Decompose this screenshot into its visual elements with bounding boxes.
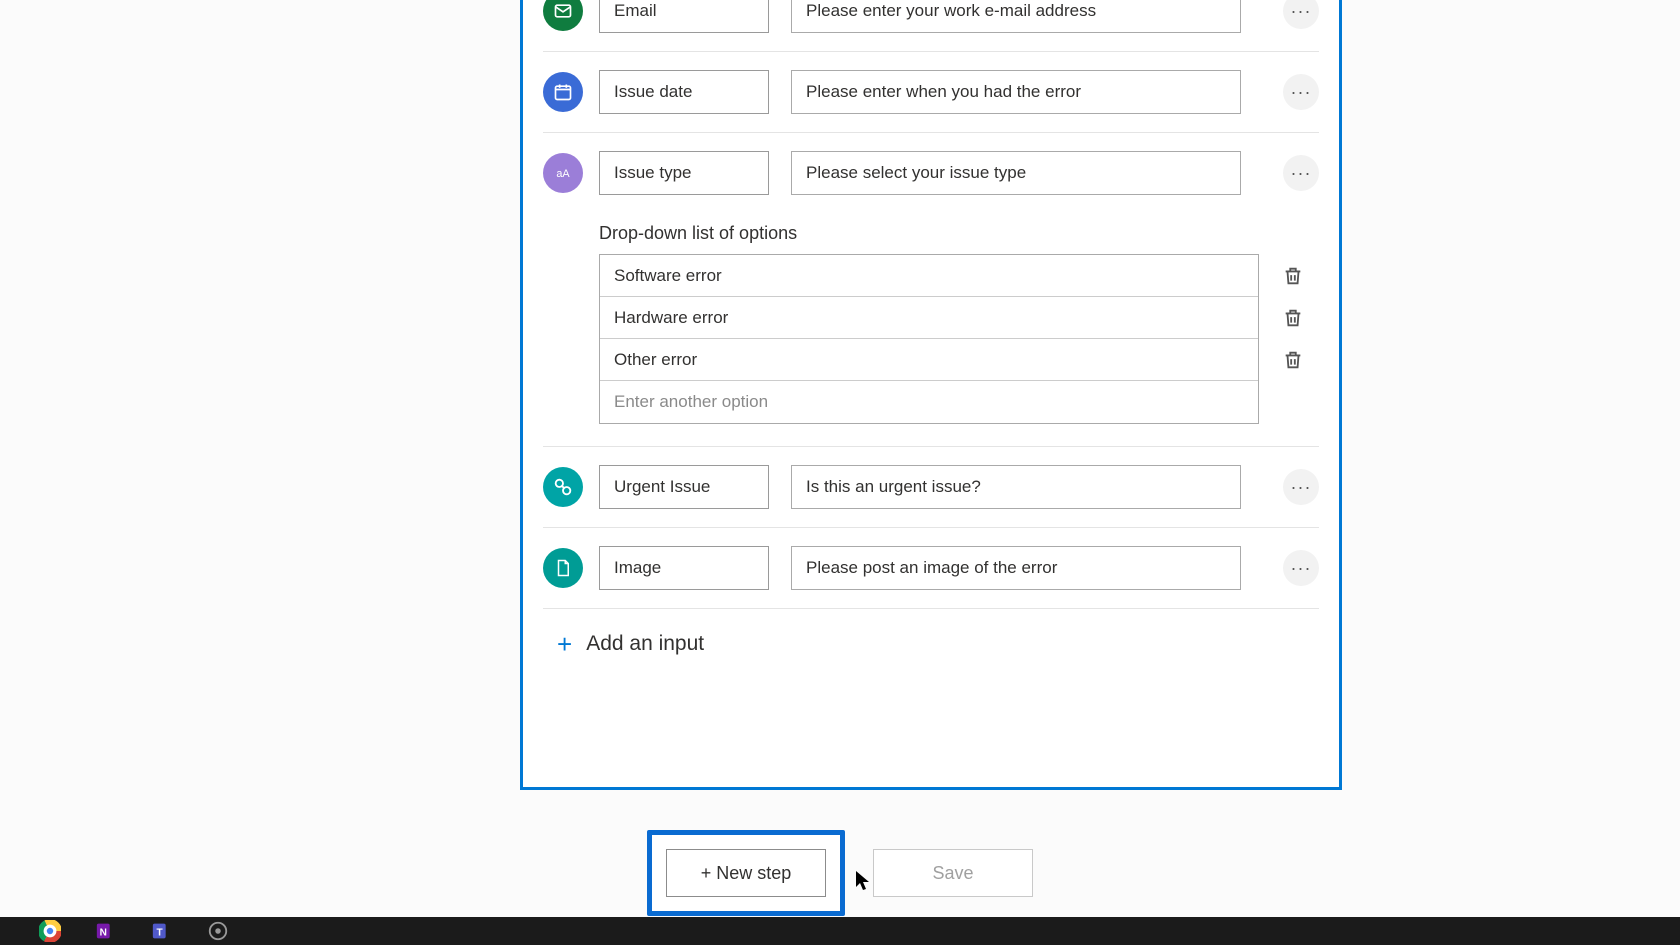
- svg-text:aA: aA: [556, 168, 570, 180]
- input-name-image[interactable]: Image: [599, 546, 769, 590]
- new-step-button[interactable]: + New step: [666, 849, 826, 897]
- dropdown-option[interactable]: Other error: [600, 339, 1258, 381]
- more-button-email[interactable]: ···: [1283, 0, 1319, 29]
- highlight-frame: + New step: [647, 830, 845, 916]
- toggle-icon: [543, 467, 583, 507]
- ellipsis-icon: ···: [1291, 1, 1312, 22]
- dropdown-list: Software error Hardware error Other erro…: [599, 254, 1259, 424]
- more-button-issue-type[interactable]: ···: [1283, 155, 1319, 191]
- trigger-card: Email Please enter your work e-mail addr…: [520, 0, 1342, 790]
- more-button-image[interactable]: ···: [1283, 550, 1319, 586]
- dropdown-option[interactable]: Hardware error: [600, 297, 1258, 339]
- dropdown-section: Drop-down list of options Software error…: [543, 211, 1319, 428]
- email-icon: [543, 0, 583, 31]
- dropdown-option-text: Hardware error: [614, 308, 728, 328]
- dropdown-add-option-text: Enter another option: [614, 392, 768, 412]
- input-row-issue-date: Issue date Please enter when you had the…: [543, 52, 1319, 133]
- svg-text:N: N: [100, 928, 107, 939]
- dropdown-option[interactable]: Software error: [600, 255, 1258, 297]
- input-row-urgent: Urgent Issue Is this an urgent issue? ··…: [543, 447, 1319, 528]
- teams-icon[interactable]: T: [148, 917, 176, 945]
- input-desc-email[interactable]: Please enter your work e-mail address: [791, 0, 1241, 33]
- dropdown-label: Drop-down list of options: [599, 223, 1319, 244]
- svg-text:T: T: [157, 928, 164, 939]
- onenote-icon[interactable]: N: [92, 917, 120, 945]
- ellipsis-icon: ···: [1291, 477, 1312, 498]
- file-icon: [543, 548, 583, 588]
- chrome-icon[interactable]: [36, 917, 64, 945]
- save-button[interactable]: Save: [873, 849, 1033, 897]
- add-input-button[interactable]: + Add an input: [543, 609, 1319, 665]
- input-name-email[interactable]: Email: [599, 0, 769, 33]
- plus-icon: +: [557, 631, 572, 657]
- input-desc-urgent[interactable]: Is this an urgent issue?: [791, 465, 1241, 509]
- input-name-urgent[interactable]: Urgent Issue: [599, 465, 769, 509]
- input-desc-issue-type[interactable]: Please select your issue type: [791, 151, 1241, 195]
- taskbar: N T: [0, 917, 1680, 945]
- input-desc-image[interactable]: Please post an image of the error: [791, 546, 1241, 590]
- input-name-issue-type[interactable]: Issue type: [599, 151, 769, 195]
- text-icon: aA: [543, 153, 583, 193]
- ellipsis-icon: ···: [1291, 163, 1312, 184]
- add-input-label: Add an input: [586, 632, 704, 656]
- input-row-email: Email Please enter your work e-mail addr…: [543, 0, 1319, 52]
- delete-option-button[interactable]: [1282, 307, 1304, 329]
- more-button-issue-date[interactable]: ···: [1283, 74, 1319, 110]
- delete-option-button[interactable]: [1282, 265, 1304, 287]
- calendar-icon: [543, 72, 583, 112]
- input-row-image: Image Please post an image of the error …: [543, 528, 1319, 609]
- ellipsis-icon: ···: [1291, 82, 1312, 103]
- dropdown-option-text: Software error: [614, 266, 722, 286]
- dropdown-option-text: Other error: [614, 350, 697, 370]
- app-icon[interactable]: [204, 917, 232, 945]
- input-desc-issue-date[interactable]: Please enter when you had the error: [791, 70, 1241, 114]
- dropdown-add-option[interactable]: Enter another option: [600, 381, 1258, 423]
- more-button-urgent[interactable]: ···: [1283, 469, 1319, 505]
- ellipsis-icon: ···: [1291, 558, 1312, 579]
- input-name-issue-date[interactable]: Issue date: [599, 70, 769, 114]
- delete-option-button[interactable]: [1282, 349, 1304, 371]
- input-row-issue-type: aA Issue type Please select your issue t…: [543, 133, 1319, 447]
- action-buttons: + New step Save: [0, 830, 1680, 916]
